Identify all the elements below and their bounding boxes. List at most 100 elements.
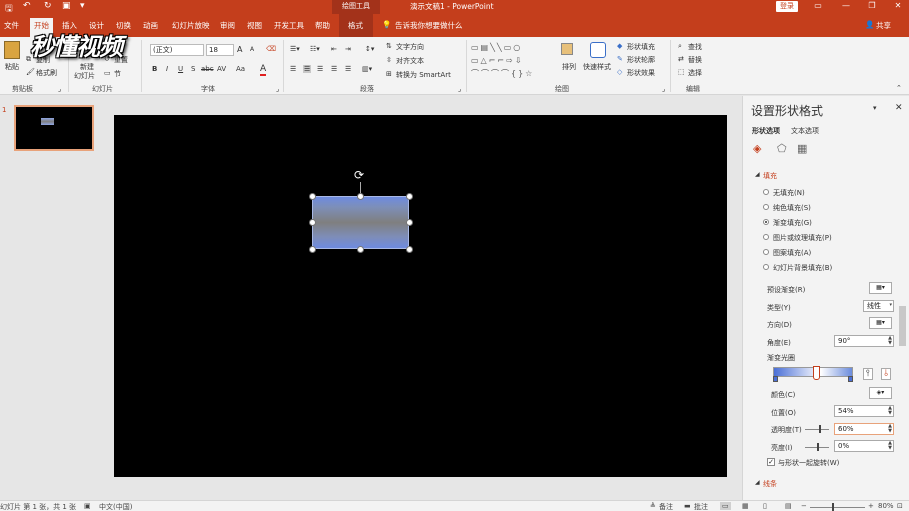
align-center-icon[interactable]: ☰ bbox=[303, 65, 312, 73]
restore-icon[interactable]: ❐ bbox=[864, 1, 880, 10]
normal-view-icon[interactable]: ▭ bbox=[720, 502, 731, 510]
zoom-slider[interactable] bbox=[810, 507, 865, 508]
redo-icon[interactable]: ↻ bbox=[44, 1, 52, 11]
brightness-slider-thumb[interactable] bbox=[817, 443, 819, 451]
replace-icon[interactable]: ⇄ bbox=[678, 55, 684, 63]
add-stop-icon[interactable]: ⫯ bbox=[863, 368, 873, 380]
find-button[interactable]: 查找 bbox=[688, 42, 702, 52]
select-button[interactable]: 选择 bbox=[688, 68, 702, 78]
strikethrough-button[interactable]: abc bbox=[201, 65, 214, 73]
shape-fill-icon[interactable]: ◆ bbox=[617, 42, 622, 50]
comments-button[interactable]: 批注 bbox=[694, 502, 708, 511]
format-painter-button[interactable]: 格式刷 bbox=[36, 68, 57, 78]
shape-fill-button[interactable]: 形状填充 bbox=[627, 42, 655, 52]
resize-handle-left[interactable] bbox=[309, 219, 316, 226]
radio-solid-fill[interactable] bbox=[763, 204, 769, 210]
slide-sorter-icon[interactable]: ▦ bbox=[742, 502, 749, 510]
tell-me-box[interactable]: 告诉我你想要做什么 bbox=[395, 20, 463, 31]
slideshow-view-icon[interactable]: ▤ bbox=[785, 502, 792, 510]
radio-picture-fill[interactable] bbox=[763, 234, 769, 240]
gradient-stop-1[interactable] bbox=[773, 376, 778, 382]
smartart-icon[interactable]: ⊞ bbox=[386, 70, 392, 78]
effects-icon[interactable]: ⬠ bbox=[777, 142, 787, 155]
pane-scrollbar[interactable] bbox=[899, 306, 906, 346]
fill-line-icon[interactable]: ◈ bbox=[753, 142, 761, 155]
customize-qat-icon[interactable]: ▾ bbox=[80, 1, 85, 11]
shape-outline-icon[interactable]: ✎ bbox=[617, 55, 623, 63]
align-text-icon[interactable]: ⇳ bbox=[386, 56, 392, 64]
preset-gradient-picker[interactable]: ▦▾ bbox=[869, 282, 892, 294]
notes-icon[interactable]: ≜ bbox=[650, 502, 656, 510]
rotate-handle-icon[interactable]: ⟳ bbox=[354, 168, 364, 182]
slide-thumbnail[interactable] bbox=[14, 105, 94, 151]
color-picker[interactable]: ◈▾ bbox=[869, 387, 892, 399]
convert-smartart-button[interactable]: 转换为 SmartArt bbox=[396, 70, 451, 80]
language-status[interactable]: 中文(中国) bbox=[99, 502, 132, 511]
text-direction-icon[interactable]: ⇅ bbox=[386, 42, 392, 50]
resize-handle-bottom[interactable] bbox=[357, 246, 364, 253]
drawing-launcher-icon[interactable]: ⌟ bbox=[662, 85, 665, 93]
start-from-beginning-icon[interactable]: ▣ bbox=[62, 1, 71, 11]
spellcheck-icon[interactable]: ▣ bbox=[84, 502, 91, 510]
close-icon[interactable]: ✕ bbox=[890, 1, 906, 10]
character-spacing-button[interactable]: AV bbox=[217, 65, 226, 73]
fill-section-header[interactable]: 填充 bbox=[763, 171, 777, 181]
fill-section-toggle-icon[interactable]: ◢ bbox=[755, 171, 760, 178]
zoom-out-icon[interactable]: − bbox=[801, 502, 807, 510]
section-icon[interactable]: ▭ bbox=[104, 69, 111, 77]
resize-handle-bottom-left[interactable] bbox=[309, 246, 316, 253]
font-launcher-icon[interactable]: ⌟ bbox=[276, 85, 279, 93]
login-button[interactable]: 登录 bbox=[776, 1, 798, 12]
radio-background-fill[interactable] bbox=[763, 264, 769, 270]
grow-font-button[interactable]: A bbox=[237, 45, 242, 54]
share-icon[interactable]: 👤 bbox=[865, 20, 874, 29]
shape-effects-icon[interactable]: ◇ bbox=[617, 68, 622, 76]
bullets-icon[interactable]: ☰▾ bbox=[290, 45, 300, 53]
zoom-level[interactable]: 80% bbox=[878, 502, 894, 510]
radio-gradient-fill[interactable] bbox=[763, 219, 769, 225]
italic-button[interactable]: I bbox=[166, 65, 168, 73]
clipboard-launcher-icon[interactable]: ⌟ bbox=[58, 85, 61, 93]
tab-slideshow[interactable]: 幻灯片放映 bbox=[172, 20, 210, 31]
reading-view-icon[interactable]: ▯ bbox=[763, 502, 767, 510]
section-button[interactable]: 节 bbox=[114, 69, 121, 79]
font-size-select[interactable]: 18 bbox=[206, 44, 234, 56]
collapse-ribbon-icon[interactable]: ⌃ bbox=[896, 84, 902, 92]
angle-input[interactable]: 90° ▲ ▼ bbox=[834, 335, 894, 347]
shape-effects-button[interactable]: 形状效果 bbox=[627, 68, 655, 78]
ribbon-display-options-icon[interactable]: ▭ bbox=[810, 1, 826, 10]
comments-icon[interactable]: ▬ bbox=[684, 502, 691, 510]
gradient-stop-3[interactable] bbox=[848, 376, 853, 382]
share-button[interactable]: 共享 bbox=[876, 20, 891, 31]
arrange-icon[interactable] bbox=[561, 43, 573, 55]
numbering-icon[interactable]: ☷▾ bbox=[310, 45, 320, 53]
align-left-icon[interactable]: ☰ bbox=[290, 65, 296, 73]
pane-close-icon[interactable]: ✕ bbox=[895, 103, 903, 113]
tab-animations[interactable]: 动画 bbox=[143, 20, 158, 31]
shapes-gallery[interactable]: ▭▤╲╲▭○ ▭△⌐⌐⇨⇩ ⌒⌒⌒⌒{}☆ bbox=[471, 41, 553, 79]
bold-button[interactable]: B bbox=[152, 65, 157, 73]
line-spacing-icon[interactable]: ↕▾ bbox=[365, 45, 374, 53]
type-select[interactable]: 线性 ▾ bbox=[863, 300, 894, 312]
new-slide-label-2[interactable]: 幻灯片 bbox=[74, 71, 95, 81]
radio-pattern-fill[interactable] bbox=[763, 249, 769, 255]
align-text-button[interactable]: 对齐文本 bbox=[396, 56, 424, 66]
quick-styles-icon[interactable] bbox=[590, 42, 606, 58]
paragraph-launcher-icon[interactable]: ⌟ bbox=[458, 85, 461, 93]
find-icon[interactable]: ⌕ bbox=[678, 42, 682, 51]
minimize-icon[interactable]: — bbox=[838, 1, 854, 10]
font-color-button[interactable]: A bbox=[260, 64, 267, 76]
resize-handle-bottom-right[interactable] bbox=[406, 246, 413, 253]
rotate-with-shape-checkbox[interactable]: ✓ bbox=[767, 458, 775, 466]
transparency-slider-thumb[interactable] bbox=[819, 425, 821, 433]
resize-handle-right[interactable] bbox=[406, 219, 413, 226]
decrease-indent-icon[interactable]: ⇤ bbox=[331, 45, 337, 53]
spinner-icon[interactable]: ▲ ▼ bbox=[888, 336, 892, 346]
paste-icon[interactable] bbox=[4, 41, 20, 59]
replace-button[interactable]: 替换 bbox=[688, 55, 702, 65]
tab-review[interactable]: 审阅 bbox=[220, 20, 235, 31]
brightness-input[interactable]: 0% ▲ ▼ bbox=[834, 440, 894, 452]
tab-file[interactable]: 文件 bbox=[4, 20, 19, 31]
size-properties-icon[interactable]: ▦ bbox=[797, 142, 807, 155]
format-painter-icon[interactable]: 🖌 bbox=[26, 68, 35, 76]
